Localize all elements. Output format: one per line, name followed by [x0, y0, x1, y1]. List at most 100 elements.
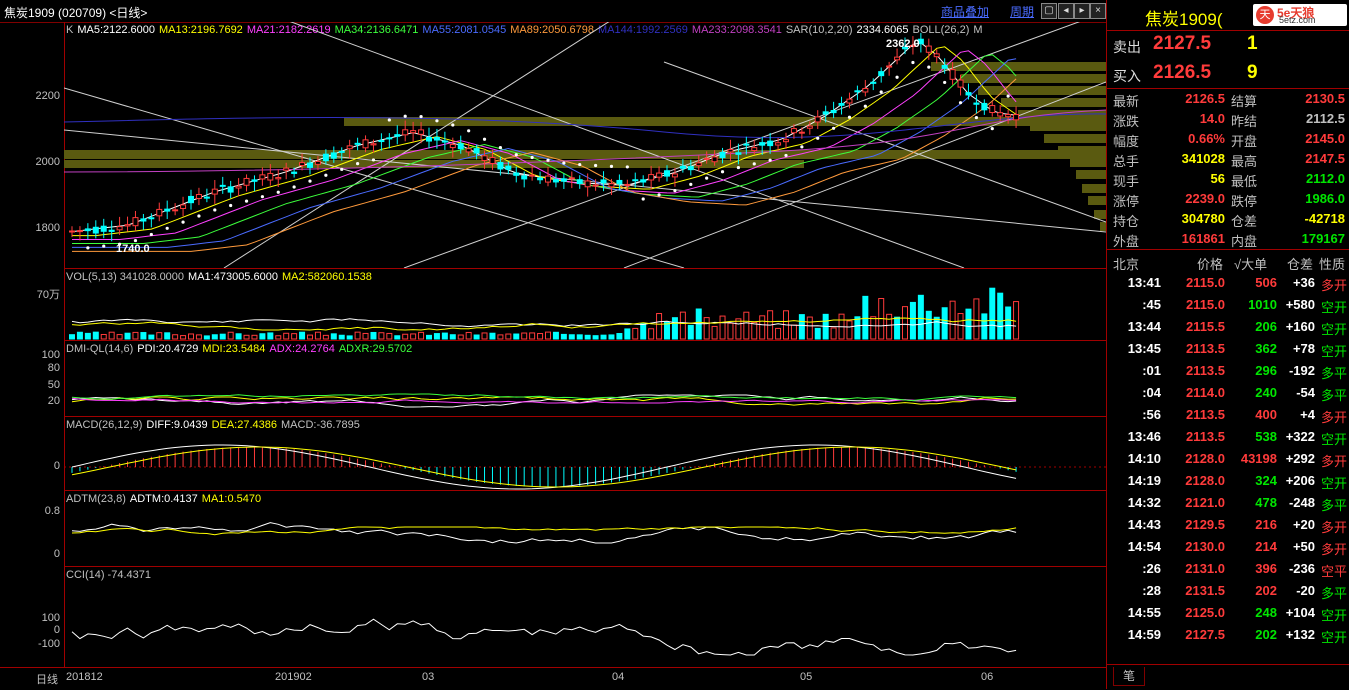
volume-bar	[711, 325, 718, 340]
tick-time: 13:46	[1127, 429, 1161, 444]
volume-bar	[687, 324, 694, 340]
tick-row[interactable]: :01 2113.5 296 -192 多平	[1107, 360, 1349, 382]
volume-bar	[259, 333, 266, 340]
volume-bar	[751, 321, 758, 340]
candle-body	[759, 142, 766, 146]
candle-body	[854, 90, 861, 93]
sar-dot	[958, 101, 963, 105]
sell-price: 2127.5	[1153, 33, 1212, 54]
tick-row[interactable]: 13:46 2113.5 538 +322 空开	[1107, 426, 1349, 448]
tick-time: 14:10	[1127, 451, 1161, 466]
logo-icon: 天	[1256, 6, 1274, 24]
period-button[interactable]: 周期	[1010, 3, 1034, 20]
stat-value: 2239.0	[1185, 191, 1225, 206]
tick-diff: +160	[1285, 319, 1315, 334]
candle-body	[426, 136, 432, 142]
sar-dot	[451, 123, 455, 127]
tick-row[interactable]: :56 2113.5 400 +4 多开	[1107, 404, 1349, 426]
overlay-button[interactable]: 商品叠加	[941, 3, 989, 20]
tick-tab[interactable]: 笔	[1113, 667, 1145, 686]
tick-row[interactable]: 14:59 2127.5 202 +132 空开	[1107, 624, 1349, 646]
candle-body	[156, 208, 163, 217]
volume-bar	[1013, 301, 1020, 340]
sar-dot	[467, 129, 471, 133]
adtm-panel[interactable]: ADTM(23,8) ADTM:0.4137 MA1:0.5470	[64, 490, 1106, 567]
candle-body	[568, 177, 575, 180]
tick-row[interactable]: :28 2131.5 202 -20 多平	[1107, 580, 1349, 602]
candle-body	[798, 131, 805, 134]
volume-bar	[203, 335, 210, 340]
tick-time: 14:55	[1127, 605, 1161, 620]
candle-body	[537, 177, 544, 181]
candle-body	[69, 230, 75, 233]
tick-diff: +78	[1292, 341, 1315, 356]
volume-bar	[965, 308, 972, 340]
tick-row[interactable]: :26 2131.0 396 -236 空平	[1107, 558, 1349, 580]
stat-row: 外盘 161861 内盘 179167	[1107, 229, 1349, 249]
quote-panel: 焦炭1909( 天 5e天狼 5etz.com 卖出 2127.5 1 买入 2…	[1106, 0, 1349, 689]
sar-dot	[879, 90, 883, 94]
stat-value: 2147.5	[1305, 151, 1345, 166]
tick-row[interactable]: :04 2114.0 240 -54 多平	[1107, 382, 1349, 404]
adtm-line	[71, 522, 1017, 544]
sar-dot	[832, 126, 836, 130]
orderbook: 卖出 2127.5 1 买入 2126.5 9	[1107, 30, 1349, 89]
next-button[interactable]: ▸	[1074, 3, 1090, 19]
tick-row[interactable]: 13:44 2115.5 206 +160 空开	[1107, 316, 1349, 338]
tick-diff: -192	[1288, 363, 1315, 378]
tick-nature: 多平	[1320, 388, 1347, 403]
tick-nature: 空开	[1320, 300, 1347, 315]
panel-toggle-button[interactable]: ▢	[1041, 3, 1057, 19]
tick-price: 2131.5	[1185, 583, 1225, 598]
candle-body	[76, 230, 83, 233]
cci-panel[interactable]: CCI(14) -74.4371	[64, 566, 1106, 668]
prev-button[interactable]: ◂	[1058, 3, 1074, 19]
candle-body	[727, 149, 734, 153]
volume-bar	[981, 313, 988, 340]
tick-price: 2130.0	[1185, 539, 1225, 554]
candle-body	[370, 143, 377, 146]
tick-row[interactable]: :45 2115.0 1010 +580 空开	[1107, 294, 1349, 316]
tick-row[interactable]: 14:19 2128.0 324 +206 空开	[1107, 470, 1349, 492]
period-label[interactable]: 日线	[36, 671, 58, 687]
tick-row[interactable]: 14:54 2130.0 214 +50 多开	[1107, 536, 1349, 558]
tick-row[interactable]: 13:45 2113.5 362 +78 空开	[1107, 338, 1349, 360]
macd-panel[interactable]: MACD(26,12,9) DIFF:9.0439 DEA:27.4386 MACD:…	[64, 416, 1106, 491]
tick-volume: 214	[1255, 539, 1277, 554]
volume-bar	[671, 317, 678, 340]
tick-list[interactable]: 13:41 2115.0 506 +36 多开:45 2115.0 1010 +580 空开 13…	[1107, 272, 1349, 660]
tick-price: 2115.0	[1185, 297, 1225, 312]
sar-dot	[800, 145, 804, 149]
tick-volume: 248	[1255, 605, 1277, 620]
volume-bar	[433, 333, 440, 340]
tick-row[interactable]: 14:55 2125.0 248 +104 空开	[1107, 602, 1349, 624]
volume-profile-bar	[1082, 184, 1106, 193]
stat-value: 0.66%	[1188, 131, 1225, 146]
candle-body	[124, 224, 131, 227]
dmi-panel[interactable]: DMI-QL(14,6) PDI:20.4729 MDI:23.5484 ADX:24…	[64, 340, 1106, 417]
volume-bar	[457, 334, 464, 340]
stat-value: 56	[1210, 171, 1225, 186]
volume-bar	[798, 314, 805, 340]
tick-price: 2128.0	[1185, 451, 1225, 466]
stat-label: 跌停	[1231, 194, 1258, 209]
tick-diff: -20	[1296, 583, 1315, 598]
candle-body	[751, 147, 758, 152]
tick-row[interactable]: 14:43 2129.5 216 +20 多开	[1107, 514, 1349, 536]
candle-body	[521, 175, 528, 180]
candle-body	[299, 162, 306, 167]
tick-row[interactable]: 14:10 2128.0 43198 +292 多开	[1107, 448, 1349, 470]
sar-dot	[498, 146, 502, 150]
tick-volume: 362	[1255, 341, 1277, 356]
sar-dot	[689, 182, 693, 187]
tick-row[interactable]: 13:41 2115.0 506 +36 多开	[1107, 272, 1349, 294]
volume-panel[interactable]: VOL(5,13) 341028.0000 MA1:473005.6000 MA2:…	[64, 268, 1106, 341]
tick-row[interactable]: 14:32 2121.0 478 -248 多平	[1107, 492, 1349, 514]
kline-panel[interactable]: K MA5:2122.6000 MA13:2196.7692 MA21:2182.26…	[64, 22, 1106, 268]
candle-body	[322, 153, 329, 162]
candle-body	[513, 172, 520, 176]
close-chart-button[interactable]: ×	[1090, 3, 1106, 19]
sar-dot	[752, 162, 756, 166]
candle-body	[862, 88, 869, 93]
macd-y-0: 0	[53, 460, 60, 472]
